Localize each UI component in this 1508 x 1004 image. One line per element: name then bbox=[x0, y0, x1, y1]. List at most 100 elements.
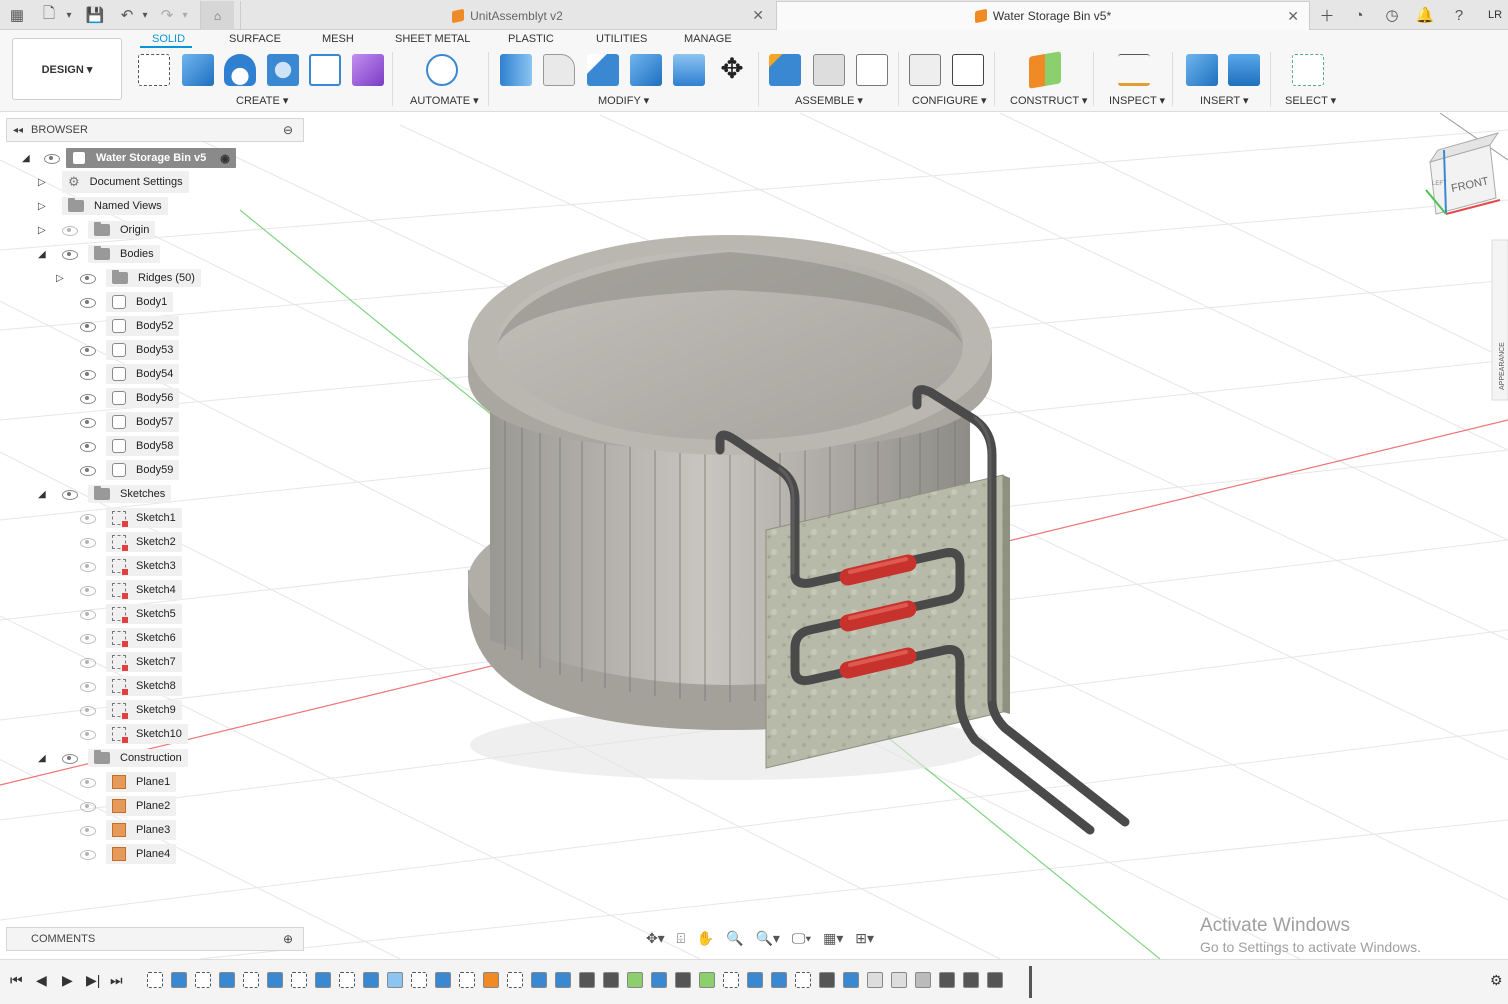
tree-node[interactable]: Ridges (50) bbox=[106, 269, 201, 287]
insert-derive-icon[interactable] bbox=[1186, 54, 1218, 86]
add-comment-icon[interactable]: ⊕ bbox=[283, 932, 293, 946]
insert-group-label[interactable]: INSERT ▾ bbox=[1200, 94, 1249, 107]
viewports-icon[interactable]: ⊞▾ bbox=[855, 930, 874, 947]
timeline-sweep-icon[interactable] bbox=[891, 972, 907, 988]
configure-icon[interactable] bbox=[909, 54, 941, 86]
tree-root-component[interactable]: ◢ Water Storage Bin v5 ◉ bbox=[0, 147, 300, 169]
tree-node[interactable]: Body53 bbox=[106, 340, 180, 360]
user-avatar[interactable]: LR bbox=[1484, 4, 1506, 26]
play-icon[interactable]: ▶ bbox=[62, 972, 73, 989]
timeline-split-icon[interactable] bbox=[651, 972, 667, 988]
timeline-combine-icon[interactable] bbox=[771, 972, 787, 988]
measure-icon[interactable] bbox=[1118, 54, 1150, 86]
tree-body-item[interactable]: Body52 bbox=[0, 315, 300, 337]
timeline-sketch-icon[interactable] bbox=[339, 972, 355, 988]
construct-group-label[interactable]: CONSTRUCT ▾ bbox=[1010, 94, 1087, 107]
timeline-settings-icon[interactable]: ⚙ bbox=[1490, 972, 1503, 989]
visibility-eye-icon[interactable] bbox=[80, 537, 96, 548]
tree-body-item[interactable]: Body54 bbox=[0, 363, 300, 385]
tree-node[interactable]: Plane2 bbox=[106, 796, 177, 816]
form-icon[interactable] bbox=[352, 54, 384, 86]
visibility-eye-icon[interactable] bbox=[62, 225, 78, 236]
offset-plane-icon[interactable] bbox=[1029, 51, 1061, 89]
tree-sketch-item[interactable]: Sketch6 bbox=[0, 627, 300, 649]
home-tab[interactable]: ⌂ bbox=[200, 1, 234, 30]
press-pull-icon[interactable] bbox=[500, 54, 532, 86]
timeline-plane-icon[interactable] bbox=[699, 972, 715, 988]
tree-node[interactable]: Body56 bbox=[106, 388, 180, 408]
tree-node[interactable]: Sketch7 bbox=[106, 652, 182, 672]
visibility-eye-icon[interactable] bbox=[80, 801, 96, 812]
timeline-sketch-icon[interactable] bbox=[459, 972, 475, 988]
tab-unit-assembly[interactable]: UnitAssemblyt v2 ✕ bbox=[240, 1, 774, 30]
viewcube[interactable]: FRONT LEFT bbox=[1425, 113, 1508, 215]
tree-sketch-item[interactable]: Sketch4 bbox=[0, 579, 300, 601]
job-status-icon[interactable]: ◷ bbox=[1381, 4, 1403, 26]
visibility-eye-icon[interactable] bbox=[80, 777, 96, 788]
tab-utilities[interactable]: UTILITIES bbox=[596, 33, 647, 45]
visibility-eye-icon[interactable] bbox=[80, 609, 96, 620]
timeline-plane-icon[interactable] bbox=[627, 972, 643, 988]
pattern-icon[interactable] bbox=[309, 54, 341, 86]
timeline-shell-icon[interactable] bbox=[555, 972, 571, 988]
tree-sketches[interactable]: ◢ Sketches bbox=[0, 483, 300, 505]
go-to-end-icon[interactable]: ⏭ bbox=[110, 972, 123, 989]
tree-node[interactable]: Sketch4 bbox=[106, 580, 182, 600]
redo-dropdown-icon[interactable]: ▾ bbox=[174, 4, 196, 26]
browser-panel-header[interactable]: ◂◂ BROWSER ⊖ bbox=[6, 118, 304, 142]
tree-body-item[interactable]: Body59 bbox=[0, 459, 300, 481]
tree-plane-item[interactable]: Plane3 bbox=[0, 819, 300, 841]
tree-node[interactable]: Sketch9 bbox=[106, 700, 182, 720]
visibility-eye-icon[interactable] bbox=[80, 657, 96, 668]
pan-icon[interactable]: ✋ bbox=[697, 930, 714, 947]
tree-node[interactable]: Plane4 bbox=[106, 844, 177, 864]
tree-node[interactable]: Body57 bbox=[106, 412, 180, 432]
split-body-icon[interactable] bbox=[673, 54, 705, 86]
tree-node[interactable]: Named Views bbox=[62, 197, 168, 215]
tree-node[interactable]: Construction bbox=[88, 749, 188, 767]
tree-node[interactable]: Sketch10 bbox=[106, 724, 188, 744]
tree-origin[interactable]: ▷ Origin bbox=[0, 219, 300, 241]
zoom-icon[interactable]: 🔍 bbox=[726, 930, 743, 947]
tree-node[interactable]: Sketch3 bbox=[106, 556, 182, 576]
expand-caret-icon[interactable]: ▷ bbox=[38, 177, 46, 188]
visibility-eye-icon[interactable] bbox=[80, 585, 96, 596]
visibility-eye-icon[interactable] bbox=[44, 153, 60, 164]
bill-of-materials-icon[interactable] bbox=[856, 54, 888, 86]
visibility-eye-icon[interactable] bbox=[80, 345, 96, 356]
visibility-eye-icon[interactable] bbox=[80, 393, 96, 404]
tree-sketch-item[interactable]: Sketch3 bbox=[0, 555, 300, 577]
configuration-table-icon[interactable] bbox=[952, 54, 984, 86]
tree-sketch-item[interactable]: Sketch8 bbox=[0, 675, 300, 697]
timeline-move-icon[interactable] bbox=[987, 972, 1003, 988]
timeline-extrude-icon[interactable] bbox=[363, 972, 379, 988]
timeline-sketch-icon[interactable] bbox=[291, 972, 307, 988]
timeline-extrude-icon[interactable] bbox=[843, 972, 859, 988]
joint-icon[interactable] bbox=[813, 54, 845, 86]
timeline-move-icon[interactable] bbox=[603, 972, 619, 988]
tree-node[interactable]: Body58 bbox=[106, 436, 180, 456]
timeline-extrude-icon[interactable] bbox=[171, 972, 187, 988]
tree-sketch-item[interactable]: Sketch5 bbox=[0, 603, 300, 625]
new-component-icon[interactable] bbox=[769, 54, 801, 86]
minimize-panel-icon[interactable]: ⊖ bbox=[283, 123, 293, 137]
collapse-panel-icon[interactable]: ◂◂ bbox=[13, 125, 23, 136]
timeline-joint-icon[interactable] bbox=[675, 972, 691, 988]
tree-node[interactable]: Body54 bbox=[106, 364, 180, 384]
timeline-move-icon[interactable] bbox=[963, 972, 979, 988]
move-icon[interactable]: ✥ bbox=[716, 54, 748, 86]
configure-group-label[interactable]: CONFIGURE ▾ bbox=[912, 94, 987, 107]
timeline-sketch-icon[interactable] bbox=[195, 972, 211, 988]
zoom-window-icon[interactable]: 🔍▾ bbox=[755, 930, 779, 947]
tree-sketch-item[interactable]: Sketch2 bbox=[0, 531, 300, 553]
visibility-eye-icon[interactable] bbox=[80, 465, 96, 476]
expand-caret-icon[interactable]: ▷ bbox=[56, 273, 64, 284]
timeline-pattern-icon[interactable] bbox=[387, 972, 403, 988]
tree-node[interactable]: ⚙ Document Settings bbox=[62, 171, 189, 193]
tree-plane-item[interactable]: Plane4 bbox=[0, 843, 300, 865]
tree-node[interactable]: Plane1 bbox=[106, 772, 177, 792]
tree-ridges-folder[interactable]: ▷ Ridges (50) bbox=[0, 267, 300, 289]
close-tab-icon[interactable]: ✕ bbox=[1287, 8, 1299, 25]
combine-icon[interactable] bbox=[630, 54, 662, 86]
tree-plane-item[interactable]: Plane2 bbox=[0, 795, 300, 817]
